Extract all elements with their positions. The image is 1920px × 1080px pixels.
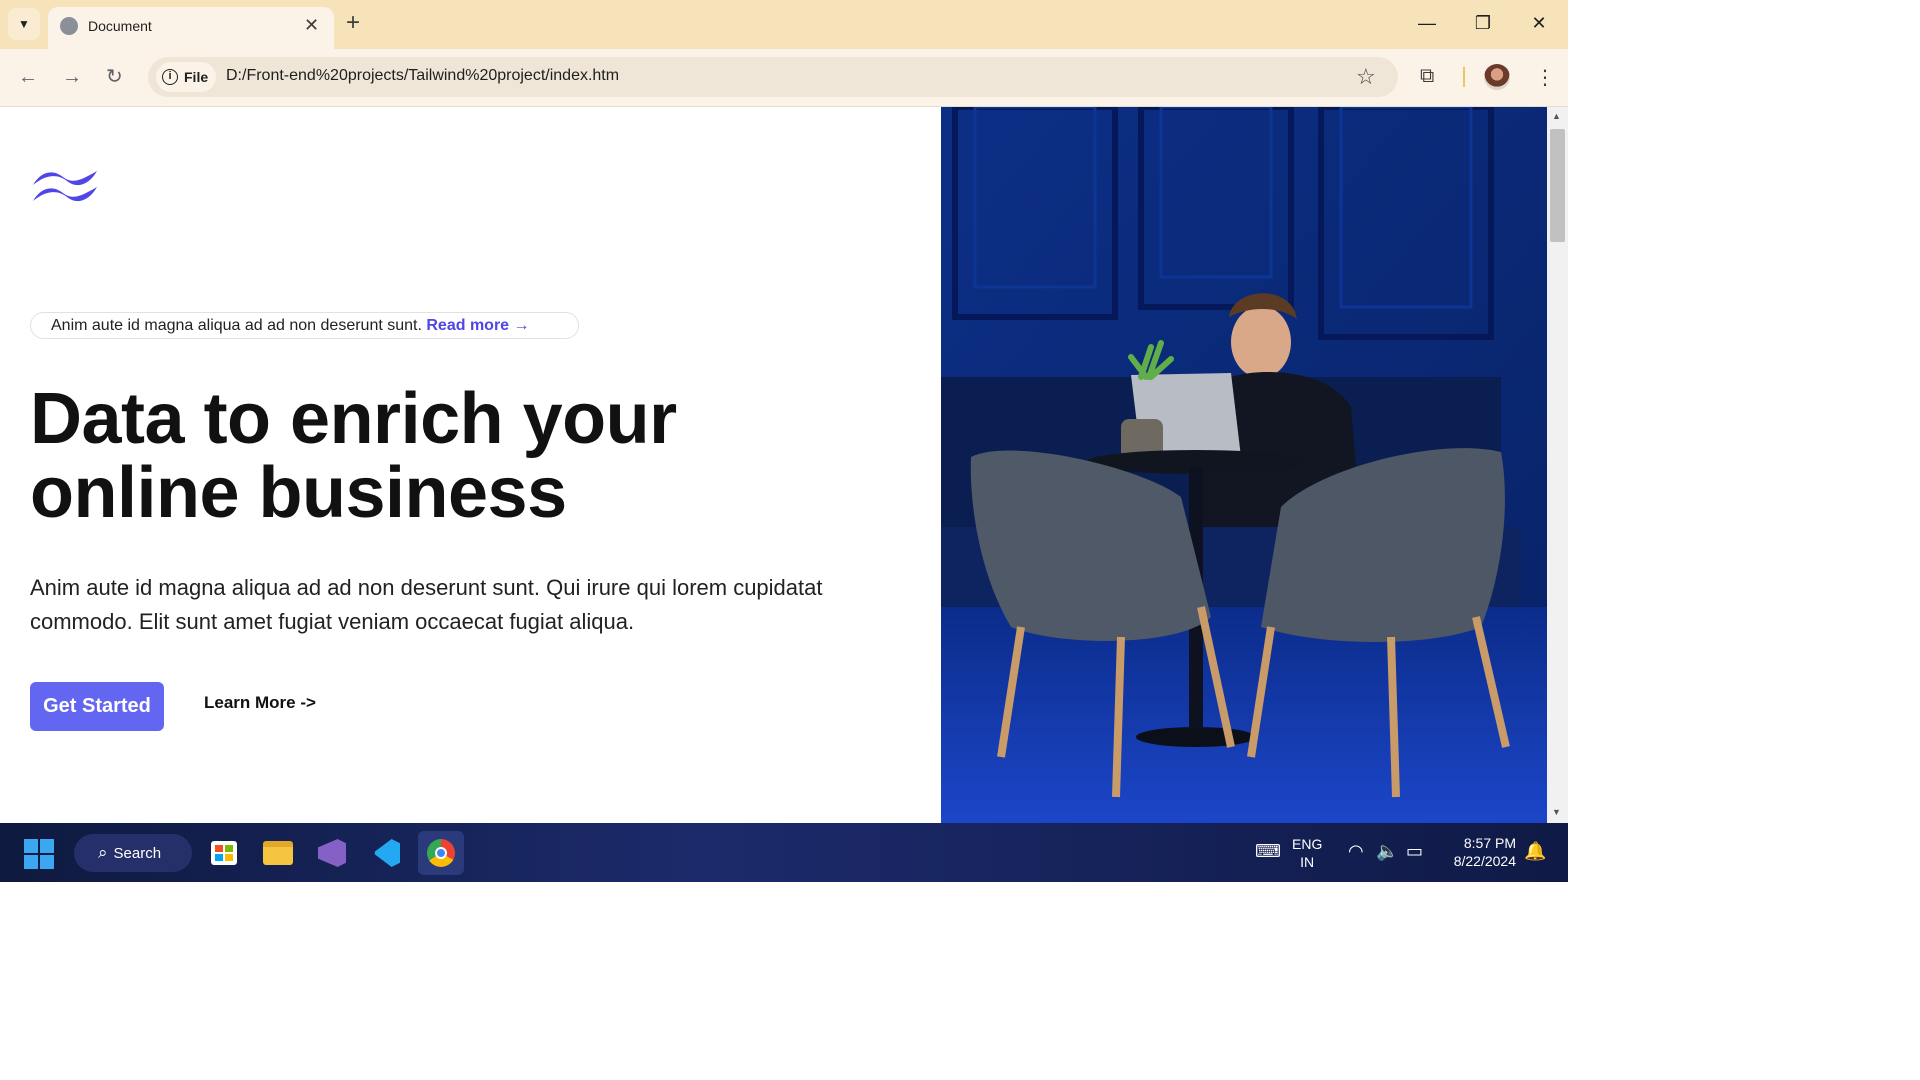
menu-icon[interactable]: ⋮ xyxy=(1535,65,1555,90)
language-line-2: IN xyxy=(1300,854,1315,870)
tab-strip: ▼ Document ✕ + — ❐ ✕ xyxy=(0,0,1568,49)
window-close-icon[interactable]: ✕ xyxy=(1524,10,1554,36)
tailwind-logo-icon[interactable] xyxy=(31,165,99,207)
scroll-thumb[interactable] xyxy=(1550,129,1565,242)
battery-icon[interactable]: ▭ xyxy=(1406,841,1423,862)
keyboard-icon[interactable]: ⌨ xyxy=(1255,841,1281,862)
address-bar[interactable]: i File D:/Front-end%20projects/Tailwind%… xyxy=(148,57,1398,97)
page-scrollbar[interactable]: ▲ ▼ xyxy=(1547,107,1568,823)
reload-icon[interactable]: ↻ xyxy=(106,65,123,89)
clock[interactable]: 8:57 PM 8/22/2024 xyxy=(1444,834,1516,870)
windows-start-icon[interactable] xyxy=(24,839,54,869)
info-icon: i xyxy=(162,69,178,85)
read-more-link[interactable]: Read more → xyxy=(426,317,529,334)
plus-icon[interactable]: + xyxy=(346,10,360,36)
chevron-down-icon: ▼ xyxy=(18,17,30,31)
taskbar-search-label: Search xyxy=(113,844,162,862)
taskbar-search-button[interactable]: ⌕ Search xyxy=(74,834,192,872)
language-indicator[interactable]: ENG IN xyxy=(1292,835,1322,871)
bell-icon[interactable]: 🔔 xyxy=(1524,841,1546,862)
hero-description: Anim aute id magna aliqua ad ad non dese… xyxy=(30,575,823,634)
page-viewport: Anim aute id magna aliqua ad ad non dese… xyxy=(0,107,1547,823)
close-icon[interactable]: ✕ xyxy=(304,15,319,35)
tab-title: Document xyxy=(88,18,152,34)
chrome-icon[interactable] xyxy=(418,831,464,875)
language-line-1: ENG xyxy=(1292,836,1323,852)
vscode-icon[interactable] xyxy=(367,834,405,872)
announcement-text: Anim aute id magna aliqua ad ad non dese… xyxy=(51,317,422,334)
globe-icon xyxy=(60,17,78,35)
toolbar-divider xyxy=(1463,67,1465,87)
clock-time: 8:57 PM xyxy=(1463,835,1516,851)
hero-title-line-2: online business xyxy=(30,453,567,533)
back-icon[interactable]: ← xyxy=(18,65,38,89)
minimize-icon[interactable]: — xyxy=(1412,10,1442,36)
extensions-icon[interactable]: ⧉ xyxy=(1420,65,1434,88)
hero-title-line-1: Data to enrich your xyxy=(30,379,677,459)
url-text[interactable]: D:/Front-end%20projects/Tailwind%20proje… xyxy=(226,67,619,85)
site-info-chip[interactable]: i File xyxy=(156,62,216,92)
visual-studio-icon[interactable] xyxy=(313,834,351,872)
forward-icon[interactable]: → xyxy=(62,65,82,89)
url-chip-label: File xyxy=(184,69,209,85)
get-started-button[interactable]: Get Started xyxy=(30,682,164,731)
hero-photo xyxy=(941,107,1547,823)
search-icon: ⌕ xyxy=(98,843,108,862)
browser-toolbar: ← → ↻ i File D:/Front-end%20projects/Tai… xyxy=(0,49,1568,107)
announcement-pill: Anim aute id magna aliqua ad ad non dese… xyxy=(30,312,579,339)
store-icon[interactable] xyxy=(205,834,243,872)
volume-icon[interactable]: 🔈 xyxy=(1376,841,1398,862)
avatar[interactable] xyxy=(1484,64,1510,90)
wifi-icon[interactable]: ◠ xyxy=(1348,841,1364,862)
scroll-down-icon[interactable]: ▼ xyxy=(1552,807,1561,817)
star-icon[interactable]: ☆ xyxy=(1356,64,1376,90)
restore-icon[interactable]: ❐ xyxy=(1468,10,1498,36)
scroll-up-icon[interactable]: ▲ xyxy=(1552,111,1561,121)
clock-date: 8/22/2024 xyxy=(1453,853,1516,869)
active-tab[interactable]: Document ✕ xyxy=(48,7,334,49)
learn-more-link[interactable]: Learn More -> xyxy=(204,693,316,713)
taskbar: ⌕ Search ⌨ ENG IN ◠ 🔈 ▭ 8:57 PM 8/22/202… xyxy=(0,823,1568,882)
hero-title: Data to enrich your online business xyxy=(30,382,677,530)
tab-search-button[interactable]: ▼ xyxy=(8,8,40,40)
file-explorer-icon[interactable] xyxy=(259,834,297,872)
